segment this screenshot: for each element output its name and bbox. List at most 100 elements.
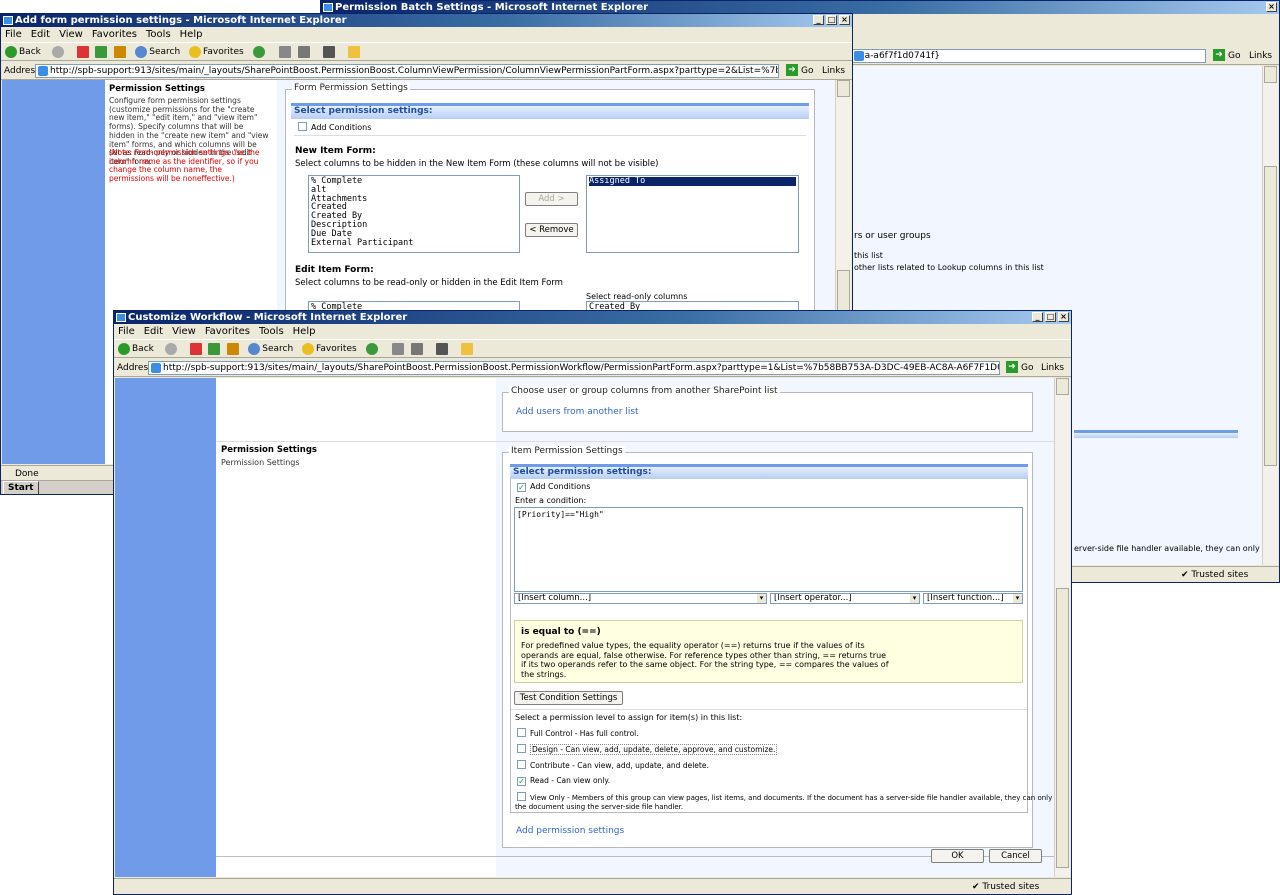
history-icon[interactable] [365, 342, 378, 355]
home-icon[interactable] [227, 342, 240, 355]
title-bar: Customize Workflow - Microsoft Internet … [114, 311, 1071, 324]
remove-button[interactable]: < Remove [525, 223, 578, 237]
menu-favorites[interactable]: Favorites [205, 326, 250, 337]
address-field[interactable]: c8a-a6f7f1d0741f} [851, 49, 1206, 63]
list-option[interactable]: Assigned To [589, 177, 796, 186]
favorites-button[interactable]: Favorites [203, 47, 244, 57]
menu-favorites[interactable]: Favorites [92, 29, 137, 40]
title-bar: Add form permission settings - Microsoft… [1, 14, 852, 27]
search-icon[interactable] [248, 342, 261, 355]
close-button[interactable]: × [839, 15, 850, 25]
close-button[interactable]: × [1058, 312, 1069, 322]
links-button[interactable]: Links [1041, 359, 1064, 377]
menu-view[interactable]: View [172, 326, 196, 337]
design-checkbox[interactable] [517, 744, 526, 753]
refresh-icon[interactable] [208, 342, 221, 355]
minimize-button[interactable]: _ [1032, 312, 1043, 322]
menu-help[interactable]: Help [293, 326, 316, 337]
add-conditions-checkbox[interactable] [517, 483, 526, 492]
menu-tools[interactable]: Tools [259, 326, 284, 337]
level-view-only[interactable]: View Only - Members of this group can vi… [517, 792, 1070, 802]
condition-textarea[interactable]: [Priority]=="High" [514, 507, 1023, 592]
read-checkbox[interactable] [517, 777, 526, 786]
print-icon[interactable] [298, 45, 311, 58]
insert-function-select[interactable]: [Insert function...] [923, 593, 1023, 604]
mail-icon[interactable] [392, 342, 405, 355]
toolbar: Back Search Favorites [1, 44, 852, 61]
start-button[interactable]: Start [3, 481, 39, 494]
search-button[interactable]: Search [262, 344, 293, 354]
add-conditions[interactable]: Add Conditions [517, 482, 590, 492]
new-item-form-description: Select columns to be hidden in the New I… [295, 159, 659, 169]
go-button[interactable]: Go [786, 64, 813, 78]
hidden-columns-list[interactable]: Assigned To [586, 175, 799, 253]
back-button[interactable]: Back [132, 344, 154, 354]
menu-help[interactable]: Help [180, 29, 203, 40]
edit-icon[interactable] [323, 45, 336, 58]
back-arrow-icon[interactable] [118, 342, 130, 355]
refresh-icon[interactable] [95, 45, 108, 58]
view-only-checkbox[interactable] [517, 792, 526, 801]
favorites-star-icon[interactable] [302, 342, 315, 355]
level-read[interactable]: Read - Can view only. [517, 776, 610, 786]
menu-edit[interactable]: Edit [144, 326, 163, 337]
add-conditions-checkbox[interactable] [298, 122, 307, 131]
address-field[interactable]: http://spb-support:913/sites/main/_layou… [148, 361, 1000, 375]
full-control-checkbox[interactable] [517, 728, 526, 737]
menu-file[interactable]: File [5, 29, 22, 40]
menu-file[interactable]: File [118, 326, 135, 337]
insert-operator-select[interactable]: [Insert operator...] [770, 593, 920, 604]
folder-icon[interactable] [461, 342, 474, 355]
search-icon[interactable] [135, 45, 148, 58]
add-permission-settings-link[interactable]: Add permission settings [516, 826, 624, 836]
menu-tools[interactable]: Tools [146, 29, 171, 40]
stop-icon[interactable] [189, 342, 202, 355]
back-button[interactable]: Back [19, 47, 41, 57]
insert-column-select[interactable]: [Insert column...] [514, 593, 767, 604]
back-arrow-icon[interactable] [5, 45, 17, 58]
help-line-1: For predefined value types, the equality… [521, 641, 865, 650]
available-columns-list[interactable]: % Complete alt Attachments Created Created B… [308, 175, 520, 253]
history-icon[interactable] [252, 45, 265, 58]
back-vertical-scrollbar[interactable] [1262, 66, 1278, 565]
forward-arrow-icon[interactable] [51, 45, 64, 58]
list-option[interactable]: % Complete [311, 177, 517, 186]
go-button[interactable]: Go [1006, 361, 1033, 375]
links-button[interactable]: Links [1249, 47, 1272, 65]
address-field[interactable]: http://spb-support:913/sites/main/_layou… [35, 64, 779, 78]
list-option[interactable]: External Participant [311, 238, 517, 248]
maximize-button[interactable]: □ [1045, 312, 1056, 322]
level-full-control[interactable]: Full Control - Has full control. [517, 728, 639, 738]
add-conditions[interactable]: Add Conditions [298, 122, 371, 132]
menu-edit[interactable]: Edit [31, 29, 50, 40]
close-button[interactable]: × [1266, 2, 1277, 12]
workflow-vertical-scrollbar[interactable] [1054, 378, 1070, 877]
cancel-button[interactable]: Cancel [989, 849, 1042, 863]
folder-icon[interactable] [348, 45, 361, 58]
contribute-checkbox[interactable] [517, 760, 526, 769]
forward-arrow-icon[interactable] [164, 342, 177, 355]
level-design[interactable]: Design - Can view, add, update, delete, … [517, 744, 778, 755]
menu-view[interactable]: View [59, 29, 83, 40]
add-users-link[interactable]: Add users from another list [516, 407, 639, 417]
go-button[interactable]: Go [1213, 49, 1240, 63]
level-contribute[interactable]: Contribute - Can view, add, update, and … [517, 760, 709, 770]
home-icon[interactable] [114, 45, 127, 58]
select-settings-header: Select permission settings: [291, 103, 809, 119]
search-button[interactable]: Search [149, 47, 180, 57]
favorites-star-icon[interactable] [189, 45, 202, 58]
favorites-button[interactable]: Favorites [316, 344, 357, 354]
minimize-button[interactable]: _ [813, 15, 824, 25]
print-icon[interactable] [411, 342, 424, 355]
add-button[interactable]: Add > [525, 192, 578, 206]
links-button[interactable]: Links [822, 62, 845, 80]
ok-button[interactable]: OK [931, 849, 984, 863]
maximize-button[interactable]: □ [826, 15, 837, 25]
stop-icon[interactable] [76, 45, 89, 58]
mail-icon[interactable] [279, 45, 292, 58]
window-title: Add form permission settings - Microsoft… [15, 15, 347, 26]
help-line-3: if its two operands refer to the same ob… [521, 660, 889, 669]
test-condition-button[interactable]: Test Condition Settings [514, 691, 623, 705]
side-note: (Note: Form permission settings use the … [109, 148, 260, 184]
edit-icon[interactable] [436, 342, 449, 355]
